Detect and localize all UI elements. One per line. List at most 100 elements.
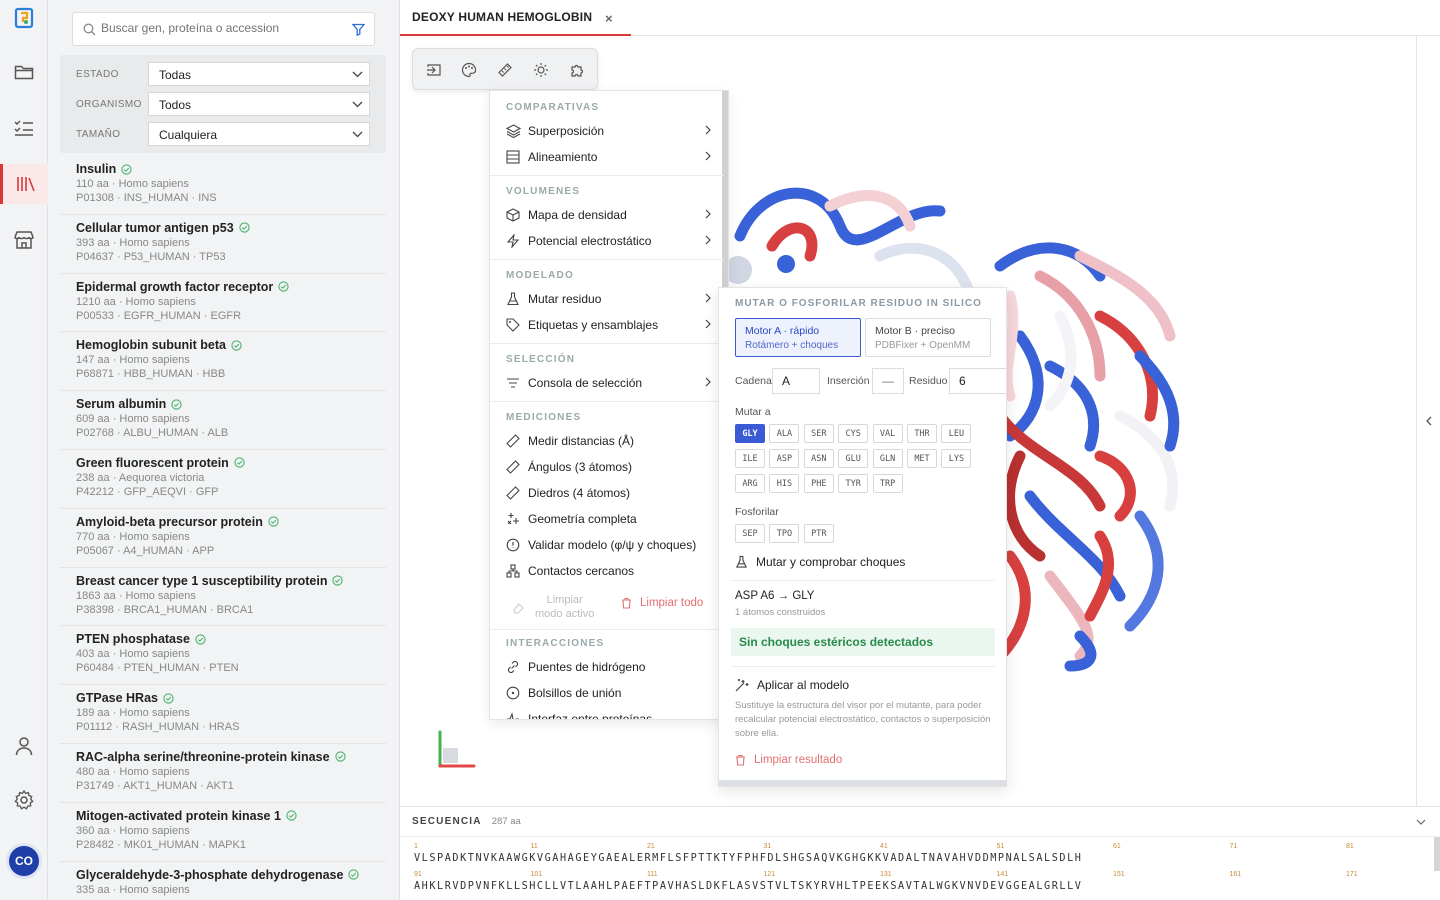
- protein-list-item[interactable]: PTEN phosphatase 403 aa · Homo sapiens P60…: [60, 626, 386, 686]
- limpiar-resultado-label: Limpiar resultado: [754, 754, 843, 766]
- close-tab-icon[interactable]: ×: [605, 11, 613, 26]
- sequence-scrollbar[interactable]: [1434, 837, 1440, 871]
- chevron-left-icon: [1426, 416, 1432, 426]
- measure-button[interactable]: [495, 60, 515, 80]
- protein-list-item[interactable]: Amyloid-beta precursor protein 770 aa · H…: [60, 509, 386, 568]
- amino-acid-gly-button[interactable]: GLY: [735, 424, 765, 443]
- protein-accession: P02768 · ALBU_HUMAN · ALB: [76, 427, 229, 440]
- menu-consola[interactable]: Consola de selección: [506, 371, 711, 395]
- protein-list-item[interactable]: Glyceraldehyde-3-phosphate dehydrogenase…: [60, 862, 386, 900]
- limpiar-resultado-button[interactable]: Limpiar resultado: [735, 754, 842, 766]
- insercion-input[interactable]: —: [872, 368, 904, 394]
- protein-list-item[interactable]: RAC-alpha serine/threonine-protein kinas…: [60, 744, 386, 803]
- amino-acid-his-button[interactable]: HIS: [769, 474, 800, 493]
- menu-contactos[interactable]: Contactos cercanos: [506, 559, 711, 583]
- nav-projects[interactable]: [0, 52, 48, 92]
- amino-acid-cys-button[interactable]: CYS: [838, 424, 869, 443]
- nav-tasks[interactable]: [0, 108, 48, 148]
- protein-list-item[interactable]: GTPase HRas 189 aa · Homo sapiens P01112 ·…: [60, 685, 386, 744]
- aplicar-modelo-button[interactable]: Aplicar al modelo: [735, 678, 849, 692]
- protein-list-item[interactable]: Breast cancer type 1 susceptibility prot…: [60, 568, 386, 627]
- menu-distancias[interactable]: Medir distancias (Å): [506, 429, 711, 453]
- menu-angulos[interactable]: Ángulos (3 átomos): [506, 455, 711, 479]
- chevron-down-icon[interactable]: [1416, 819, 1426, 825]
- search-input[interactable]: [101, 21, 341, 35]
- menu-alineamiento[interactable]: Alineamiento: [506, 145, 711, 169]
- phospho-sep-button[interactable]: SEP: [735, 524, 765, 543]
- protein-list-item[interactable]: Green fluorescent protein 238 aa · Aequor…: [60, 450, 386, 509]
- limpiar-todo-button[interactable]: Limpiar todo: [621, 597, 703, 609]
- amino-acid-leu-button[interactable]: LEU: [941, 424, 972, 443]
- estado-select[interactable]: Todas: [148, 62, 370, 86]
- right-panel-toggle[interactable]: [1416, 36, 1440, 806]
- section-seleccion: SELECCIÓN: [506, 354, 576, 365]
- engine-b-option[interactable]: Motor B · preciso PDBFixer + OpenMM: [865, 318, 991, 357]
- import-button[interactable]: [424, 60, 444, 80]
- menu-densidad[interactable]: Mapa de densidad: [506, 203, 711, 227]
- tamano-select[interactable]: Cualquiera: [148, 122, 370, 146]
- trash-icon: [736, 754, 745, 766]
- menu-electrostatico[interactable]: Potencial electrostático: [506, 229, 711, 253]
- amino-acid-ala-button[interactable]: ALA: [769, 424, 800, 443]
- nav-store[interactable]: [0, 220, 48, 260]
- user-avatar[interactable]: CO: [9, 846, 39, 876]
- amino-acid-tyr-button[interactable]: TYR: [838, 474, 869, 493]
- amino-acid-met-button[interactable]: MET: [907, 449, 937, 468]
- panel-scrollbar[interactable]: [719, 780, 1006, 786]
- amino-acid-thr-button[interactable]: THR: [907, 424, 937, 443]
- divider: [731, 580, 995, 581]
- protein-list-item[interactable]: Epidermal growth factor receptor 1210 aa …: [60, 274, 386, 333]
- filter-lines-icon: [507, 378, 519, 388]
- amino-acid-arg-button[interactable]: ARG: [735, 474, 765, 493]
- amino-acid-gln-button[interactable]: GLN: [872, 449, 903, 468]
- menu-bolsillos[interactable]: Bolsillos de unión: [506, 681, 711, 705]
- protein-list-item[interactable]: Mitogen-activated protein kinase 1 360 aa…: [60, 803, 386, 862]
- amino-acid-phe-button[interactable]: PHE: [803, 474, 834, 493]
- menu-diedros[interactable]: Diedros (4 átomos): [506, 481, 711, 505]
- protein-list-item[interactable]: Serum albumin 609 aa · Homo sapiens P02768…: [60, 391, 386, 450]
- filter-icon[interactable]: [352, 23, 365, 36]
- sequence-line[interactable]: VLSPADKTNVKAAWGKVGAHAGEYGAEALERMFLSFPTTK…: [414, 853, 1082, 864]
- menu-mutar[interactable]: Mutar residuo: [506, 287, 711, 311]
- menu-puentes[interactable]: Puentes de hidrógeno: [506, 655, 711, 679]
- color-button[interactable]: [459, 60, 479, 80]
- amino-acid-ile-button[interactable]: ILE: [735, 449, 765, 468]
- protein-list-item[interactable]: Cellular tumor antigen p53 393 aa · Homo …: [60, 215, 386, 274]
- protein-list-item[interactable]: Insulin 110 aa · Homo sapiens P01308 · INS…: [60, 156, 386, 215]
- mutar-comprobar-button[interactable]: Mutar y comprobar choques: [735, 555, 905, 569]
- engine-a-option[interactable]: Motor A · rápido Rotámero + choques: [735, 318, 861, 357]
- protein-list-item[interactable]: Hemoglobin subunit beta 147 aa · Homo sap…: [60, 332, 386, 392]
- menu-superposicion[interactable]: Superposición: [506, 119, 711, 143]
- menu-etiquetas[interactable]: Etiquetas y ensamblajes: [506, 313, 711, 337]
- menu-interfaz[interactable]: Interfaz entre proteínas: [506, 707, 711, 719]
- phospho-tpo-button[interactable]: TPO: [769, 524, 800, 543]
- chevron-down-icon: [352, 131, 363, 138]
- amino-acid-asp-button[interactable]: ASP: [769, 449, 800, 468]
- menu-scrollbar[interactable]: [722, 91, 728, 291]
- residuo-input[interactable]: 6: [949, 368, 1006, 394]
- tab-structure[interactable]: DEOXY HUMAN HEMOGLOBIN ×: [400, 0, 631, 36]
- amino-acid-trp-button[interactable]: TRP: [872, 474, 903, 493]
- limpiar-modo-button[interactable]: Limpiar modo activo: [512, 590, 612, 624]
- amino-acid-ser-button[interactable]: SER: [803, 424, 834, 443]
- menu-geometria[interactable]: Geometría completa: [506, 507, 711, 531]
- tab-title: DEOXY HUMAN HEMOGLOBIN: [412, 10, 593, 24]
- tools-button[interactable]: [567, 60, 587, 80]
- lighting-button[interactable]: [531, 60, 551, 80]
- phospho-ptr-button[interactable]: PTR: [803, 524, 834, 543]
- nav-library[interactable]: [0, 164, 48, 204]
- menu-label: Mutar residuo: [528, 292, 602, 306]
- sequence-line[interactable]: AHKLRVDPVNFKLLSHCLLVTLAAHLPAEFTPAVHASLDK…: [414, 881, 1082, 892]
- chevron-right-icon: [705, 235, 711, 245]
- cadena-input[interactable]: A: [772, 368, 820, 394]
- protein-accession: P28482 · MK01_HUMAN · MAPK1: [76, 838, 246, 851]
- nav-settings[interactable]: [0, 780, 48, 820]
- amino-acid-val-button[interactable]: VAL: [872, 424, 903, 443]
- amino-acid-lys-button[interactable]: LYS: [941, 449, 972, 468]
- menu-validar[interactable]: Validar modelo (φ/ψ y choques): [506, 533, 711, 557]
- nav-profile[interactable]: [0, 726, 48, 766]
- organismo-select[interactable]: Todos: [148, 92, 370, 116]
- amino-acid-asn-button[interactable]: ASN: [803, 449, 834, 468]
- amino-acid-glu-button[interactable]: GLU: [838, 449, 869, 468]
- app-logo[interactable]: [0, 0, 48, 36]
